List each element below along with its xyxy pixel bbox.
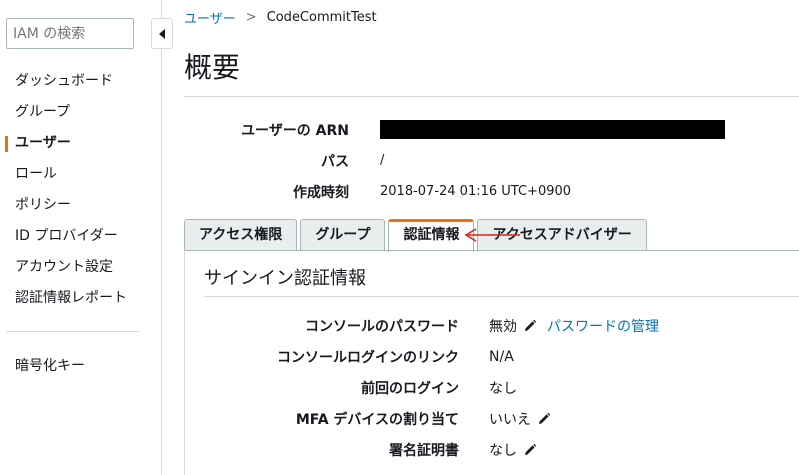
cred-row-console-password: コンソールのパスワード 無効 パスワードの管理 — [204, 310, 799, 341]
mfa-label: MFA デバイスの割り当て — [295, 411, 459, 428]
signing-certificates-label: 署名証明書 — [389, 442, 459, 459]
breadcrumb-users-link[interactable]: ユーザー — [184, 8, 236, 27]
mfa-status: いいえ — [489, 411, 531, 428]
arn-value — [380, 120, 725, 139]
arn-label: ユーザーの ARN — [241, 122, 349, 139]
path-label: パス — [321, 153, 349, 170]
last-login-value: なし — [489, 380, 517, 397]
sidebar-item-credential-report[interactable]: 認証情報レポート — [0, 283, 161, 314]
breadcrumb-separator-icon: > — [245, 10, 257, 25]
sidebar-divider — [6, 331, 139, 332]
summary-row-path: パス / — [184, 145, 784, 176]
breadcrumb: ユーザー > CodeCommitTest — [184, 8, 377, 27]
signin-credentials-table: コンソールのパスワード 無効 パスワードの管理 コンソールログインのリンク N/… — [204, 310, 799, 465]
console-password-status: 無効 — [489, 318, 517, 335]
summary-row-created: 作成時刻 2018-07-24 01:16 UTC+0900 — [184, 176, 784, 207]
panel-border — [184, 250, 185, 475]
sidebar-item-dashboard[interactable]: ダッシュボード — [0, 66, 161, 97]
tab-permissions[interactable]: アクセス権限 — [184, 219, 298, 251]
tabs-divider — [184, 250, 799, 251]
sidebar-item-policies[interactable]: ポリシー — [0, 190, 161, 221]
search-input[interactable] — [6, 18, 134, 49]
sidebar-item-encryption-keys[interactable]: 暗号化キー — [0, 351, 161, 382]
sidebar-item-identity-providers[interactable]: ID プロバイダー — [0, 221, 161, 252]
breadcrumb-current: CodeCommitTest — [266, 10, 377, 25]
sidebar-item-groups[interactable]: グループ — [0, 97, 161, 128]
cred-row-signing-certificates: 署名証明書 なし — [204, 434, 799, 465]
pencil-icon[interactable] — [523, 319, 537, 333]
path-value: / — [380, 153, 385, 168]
console-login-link-value: N/A — [489, 348, 514, 365]
cred-row-console-login-link: コンソールログインのリンク N/A — [204, 341, 799, 372]
sidebar-item-account-settings[interactable]: アカウント設定 — [0, 252, 161, 283]
tab-bar: アクセス権限 グループ 認証情報 アクセスアドバイザー — [184, 219, 647, 252]
mfa-value: いいえ — [489, 409, 551, 429]
pencil-icon[interactable] — [537, 412, 551, 426]
caret-left-icon — [159, 28, 165, 39]
console-login-link-label: コンソールログインのリンク — [277, 349, 459, 366]
console-password-value: 無効 パスワードの管理 — [489, 316, 659, 336]
sidebar: ダッシュボード グループ ユーザー ロール ポリシー ID プロバイダー アカウ… — [0, 0, 162, 475]
redaction-bar — [380, 120, 725, 139]
page-title: 概要 — [184, 51, 241, 84]
title-divider — [184, 96, 799, 97]
section-divider — [204, 296, 799, 297]
created-value: 2018-07-24 01:16 UTC+0900 — [380, 184, 572, 199]
summary-row-arn: ユーザーの ARN — [184, 114, 784, 145]
annotation-arrow-icon — [464, 228, 520, 242]
sidebar-item-users[interactable]: ユーザー — [0, 128, 161, 159]
user-summary: ユーザーの ARN パス / 作成時刻 2018-07-24 01:16 UTC… — [184, 114, 784, 207]
sidebar-secondary-nav: 暗号化キー — [0, 351, 161, 382]
sidebar-nav: ダッシュボード グループ ユーザー ロール ポリシー ID プロバイダー アカウ… — [0, 66, 161, 314]
sidebar-collapse-button[interactable] — [151, 18, 173, 49]
sidebar-item-roles[interactable]: ロール — [0, 159, 161, 190]
cred-row-last-login: 前回のログイン なし — [204, 372, 799, 403]
last-login-label: 前回のログイン — [361, 380, 459, 397]
manage-password-link[interactable]: パスワードの管理 — [547, 316, 659, 336]
signing-certificates-value: なし — [489, 440, 537, 460]
pencil-icon[interactable] — [523, 443, 537, 457]
signin-credentials-title: サインイン認証情報 — [204, 268, 366, 289]
cred-row-mfa: MFA デバイスの割り当て いいえ — [204, 403, 799, 434]
tab-groups[interactable]: グループ — [300, 219, 386, 251]
console-password-label: コンソールのパスワード — [305, 318, 459, 335]
signing-certificates-status: なし — [489, 442, 517, 459]
created-label: 作成時刻 — [293, 184, 349, 201]
